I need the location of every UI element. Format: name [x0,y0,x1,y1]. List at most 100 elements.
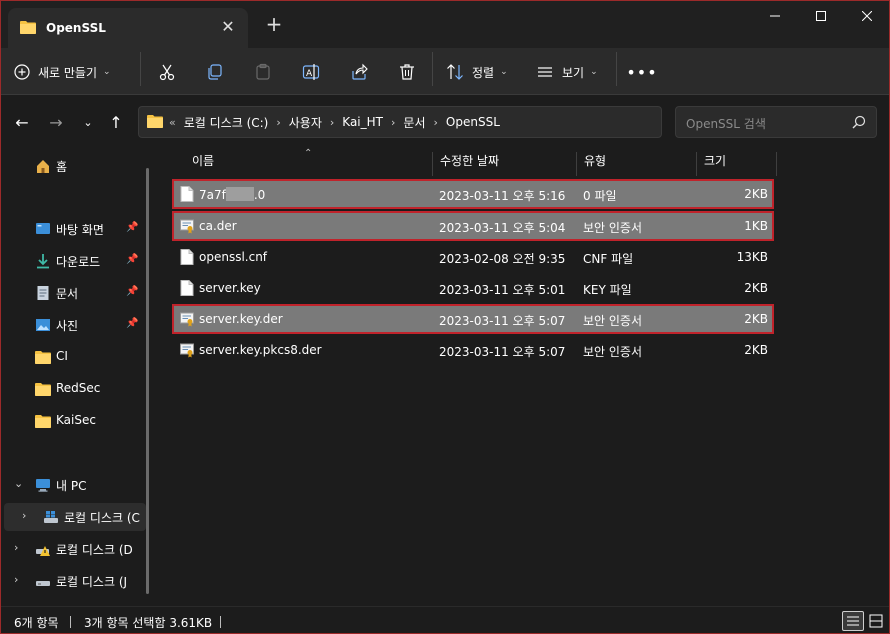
breadcrumb-users[interactable]: 사용자 [289,114,322,131]
breadcrumb-documents[interactable]: 문서 [403,114,425,131]
rename-button[interactable]: A [296,57,326,87]
minimize-button[interactable] [752,0,798,32]
delete-icon [400,64,414,80]
chevron-right-icon[interactable]: › [14,573,18,586]
plus-circle-icon [14,64,30,80]
status-divider [70,616,71,628]
new-tab-button[interactable]: + [262,13,286,37]
view-icon [538,67,552,77]
chevron-down-icon[interactable]: ⌄ [14,477,23,490]
search-box[interactable]: OpenSSL 검색 [675,106,877,138]
file-size: 2KB [744,343,768,357]
certificate-icon [180,312,194,327]
sidebar-item-downloads[interactable]: 다운로드 📌 [0,247,146,275]
column-header-type[interactable]: 유형 [584,152,606,176]
address-row: ← → ⌄ ↑ « 로컬 디스크 (C:) › 사용자 › Kai_HT › 문… [0,96,890,148]
recent-locations-button[interactable]: ⌄ [76,110,100,134]
maximize-icon [816,11,826,21]
chevron-right-icon[interactable]: › [22,509,26,522]
breadcrumb-overflow[interactable]: « [169,116,176,129]
new-label: 새로 만들기 [38,65,98,80]
pin-icon[interactable]: 📌 [126,222,138,233]
file-icon [180,186,194,202]
file-size: 1KB [744,219,768,233]
sidebar-item-desktop[interactable]: 바탕 화면 📌 [0,215,146,243]
column-divider[interactable] [776,152,777,176]
toolbar-divider [140,52,141,86]
address-bar[interactable]: « 로컬 디스크 (C:) › 사용자 › Kai_HT › 문서 › Open… [138,106,785,138]
forward-button[interactable]: → [44,110,68,134]
file-list: ⌃ 이름 수정한 날짜 유형 크기 7a7f .0 2023-03-11 오후 5… [160,148,890,606]
column-header-name[interactable]: 이름 [192,152,214,176]
pin-icon[interactable]: 📌 [126,318,138,329]
breadcrumb-user[interactable]: Kai_HT [342,115,383,129]
cut-button[interactable] [152,57,182,87]
sidebar-item-documents[interactable]: 문서 📌 [0,279,146,307]
title-bar: OpenSSL ✕ + [0,0,890,48]
chevron-right-icon[interactable]: › [391,116,395,129]
table-row[interactable]: 7a7f .0 2023-03-11 오후 5:16 0 파일 2KB [172,179,774,209]
close-icon[interactable]: ✕ [218,17,238,37]
pin-icon[interactable]: 📌 [126,286,138,297]
chevron-down-icon: ⌄ [83,115,93,129]
paste-button[interactable] [248,57,278,87]
sidebar-item-this-pc[interactable]: ⌄ 내 PC [0,471,146,499]
breadcrumb-openssl[interactable]: OpenSSL [446,115,500,129]
drive-windows-icon [44,511,58,523]
table-row[interactable]: server.key.der 2023-03-11 오후 5:07 보안 인증서… [172,304,774,334]
more-button[interactable]: ••• [626,57,656,87]
file-type: 보안 인증서 [583,345,643,359]
sidebar-item-drive-d[interactable]: › 로컬 디스크 (D [0,535,146,563]
sidebar-item-label: 다운로드 [56,255,101,269]
table-row[interactable]: ca.der 2023-03-11 오후 5:04 보안 인증서 1KB [172,211,774,241]
sort-label: 정렬 [472,65,495,80]
sidebar-item-ci[interactable]: CI [0,343,146,371]
chevron-right-icon[interactable]: › [14,541,18,554]
sidebar-scrollbar[interactable] [146,168,149,594]
file-size: 2KB [744,281,768,295]
chevron-right-icon[interactable]: › [330,116,334,129]
sidebar-item-kaisec[interactable]: KaiSec [0,407,146,435]
tab-opensssl[interactable]: OpenSSL ✕ [8,8,248,48]
file-date: 2023-03-11 오후 5:07 [439,345,566,359]
sort-ascending-icon: ⌃ [304,148,313,159]
tiles-view-button[interactable] [866,611,886,631]
details-view-icon [847,616,859,626]
up-button[interactable]: ↑ [104,110,128,134]
file-name: ca.der [199,219,237,233]
column-divider[interactable] [432,152,433,176]
share-button[interactable] [344,57,374,87]
new-button[interactable]: 새로 만들기 ⌄ [14,57,111,87]
column-header-date[interactable]: 수정한 날짜 [440,152,499,176]
table-row[interactable]: openssl.cnf 2023-02-08 오전 9:35 CNF 파일 13… [174,244,772,270]
window-close-button[interactable] [844,0,890,32]
arrow-left-icon: ← [15,112,29,132]
column-divider[interactable] [576,152,577,176]
breadcrumb-drive[interactable]: 로컬 디스크 (C:) [184,114,269,131]
delete-button[interactable] [392,57,422,87]
sidebar-item-home[interactable]: 홈 [0,152,146,180]
copy-button[interactable] [200,57,230,87]
details-view-button[interactable] [842,611,864,631]
table-row[interactable]: server.key.pkcs8.der 2023-03-11 오후 5:07 … [174,337,772,363]
table-row[interactable]: server.key 2023-03-11 오후 5:01 KEY 파일 2KB [174,275,772,301]
view-button[interactable]: 보기 ⌄ [536,57,598,87]
chevron-right-icon[interactable]: › [434,116,438,129]
sidebar-item-pictures[interactable]: 사진 📌 [0,311,146,339]
status-divider [220,616,221,628]
sort-button[interactable]: 정렬 ⌄ [446,57,508,87]
file-name: server.key.der [199,312,283,326]
share-icon [352,63,368,80]
maximize-button[interactable] [798,0,844,32]
paste-icon [256,63,270,80]
column-header-size[interactable]: 크기 [704,152,726,176]
column-divider[interactable] [696,152,697,176]
pin-icon[interactable]: 📌 [126,254,138,265]
back-button[interactable]: ← [10,110,34,134]
sidebar-item-drive-c[interactable]: › 로컬 디스크 (C [4,503,146,531]
chevron-right-icon[interactable]: › [276,116,280,129]
search-placeholder: OpenSSL 검색 [686,117,766,131]
sidebar-item-redsec[interactable]: RedSec [0,375,146,403]
sidebar-item-drive-j[interactable]: › 로컬 디스크 (J [0,567,146,595]
file-size: 2KB [744,187,768,201]
